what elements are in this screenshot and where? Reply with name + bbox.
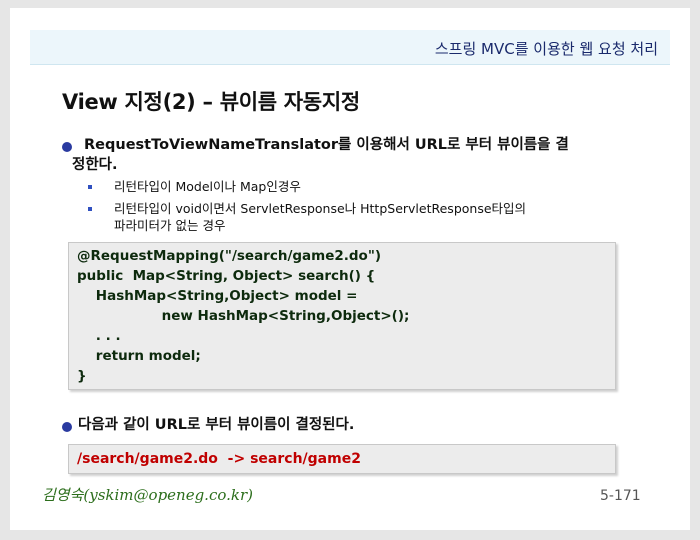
- header-bar: 스프링 MVC를 이용한 웹 요청 처리: [30, 30, 670, 65]
- code-line: }: [77, 368, 87, 384]
- sub-bullet-1: 리턴타입이 Model이나 Map인경우: [114, 179, 301, 194]
- header-title: 스프링 MVC를 이용한 웹 요청 처리: [434, 40, 658, 58]
- code-line: HashMap<String,Object> model =: [77, 288, 358, 304]
- bullet-dot-icon: [62, 142, 72, 152]
- author-signature: 김영숙(yskim@openeg.co.kr): [42, 486, 253, 504]
- main-bullet-2: 다음과 같이 URL로 부터 뷰이름이 결정된다.: [78, 417, 355, 433]
- code-line: new HashMap<String,Object>();: [77, 308, 410, 324]
- code-line: . . .: [77, 328, 121, 344]
- sub-bullet-2-line2: 파라미터가 없는 경우: [114, 218, 226, 233]
- main-bullet-1-line2: 정한다.: [72, 157, 118, 173]
- code-line: @RequestMapping("/search/game2.do"): [77, 248, 382, 264]
- code-line: return model;: [77, 348, 201, 364]
- bullet-dot-icon: [62, 422, 72, 432]
- code-line: public Map<String, Object> search() {: [77, 268, 376, 284]
- result-text: /search/game2.do -> search/game2: [77, 451, 361, 467]
- slide: 스프링 MVC를 이용한 웹 요청 처리 View 지정(2) – 뷰이름 자동…: [10, 8, 690, 530]
- result-box: /search/game2.do -> search/game2: [68, 444, 616, 474]
- page-number: 5-171: [600, 488, 641, 504]
- sub-bullet-marker-icon: [88, 207, 92, 211]
- slide-title: View 지정(2) – 뷰이름 자동지정: [62, 90, 360, 114]
- main-bullet-1-line1: RequestToViewNameTranslator를 이용해서 URL로 부…: [84, 137, 569, 153]
- sub-bullet-2-line1: 리턴타입이 void이면서 ServletResponse나 HttpServl…: [114, 201, 527, 216]
- sub-bullet-marker-icon: [88, 185, 92, 189]
- code-box: @RequestMapping("/search/game2.do") publ…: [68, 242, 616, 390]
